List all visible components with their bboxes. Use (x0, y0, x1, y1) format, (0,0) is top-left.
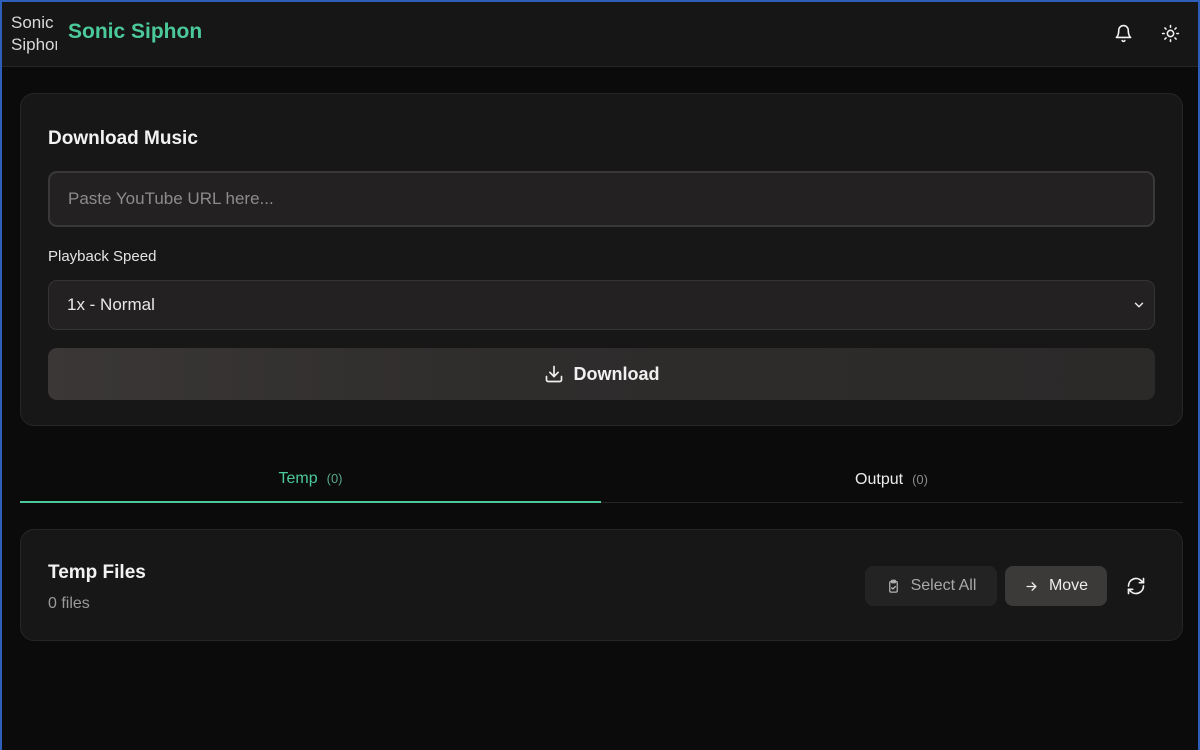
arrow-right-icon (1026, 581, 1037, 591)
refresh-button[interactable] (1121, 566, 1151, 606)
playback-speed-select[interactable]: 1x - Normal (48, 280, 1155, 330)
file-tabs: Temp (0) Output (0) (20, 456, 1183, 503)
move-label: Move (1048, 577, 1089, 594)
playback-speed-label: Playback Speed (48, 248, 157, 265)
app-title: Sonic Siphon (68, 20, 203, 43)
app-header: Sonic Siphon Sonic Siphon (2, 2, 1198, 67)
youtube-url-input[interactable] (48, 171, 1155, 227)
theme-toggle-button[interactable] (1157, 20, 1183, 46)
download-card: Download Music Playback Speed 1x - Norma… (20, 93, 1183, 426)
clipboard-check-icon (888, 579, 898, 593)
refresh-icon (1127, 577, 1145, 595)
download-button-label: Download (573, 363, 660, 384)
logo-image-alt-text: Sonic Siphon (11, 13, 57, 54)
tab-temp-label: Temp (278, 469, 318, 487)
tab-output-label: Output (855, 470, 904, 488)
chevron-down-icon (1134, 302, 1144, 308)
temp-files-title: Temp Files (48, 562, 146, 583)
app-window: Sonic Siphon Sonic Siphon Download Music… (0, 0, 1200, 750)
temp-files-count: 0 files (48, 595, 90, 612)
tab-output[interactable]: Output (0) (601, 456, 1182, 503)
bell-icon (1115, 24, 1131, 42)
select-all-label: Select All (910, 577, 977, 594)
tab-temp-count: (0) (326, 471, 343, 486)
download-icon (545, 365, 562, 383)
tab-temp[interactable]: Temp (0) (20, 456, 601, 503)
download-button[interactable]: Download (48, 348, 1155, 400)
temp-files-card: Temp Files 0 files Select All Move (20, 529, 1183, 641)
tab-output-count: (0) (912, 472, 928, 487)
notifications-button[interactable] (1110, 20, 1136, 46)
move-button[interactable]: Move (1005, 566, 1107, 606)
sun-icon (1161, 24, 1179, 42)
playback-speed-value: 1x - Normal (67, 295, 155, 314)
select-all-button[interactable]: Select All (865, 566, 997, 606)
download-card-title: Download Music (48, 128, 198, 149)
